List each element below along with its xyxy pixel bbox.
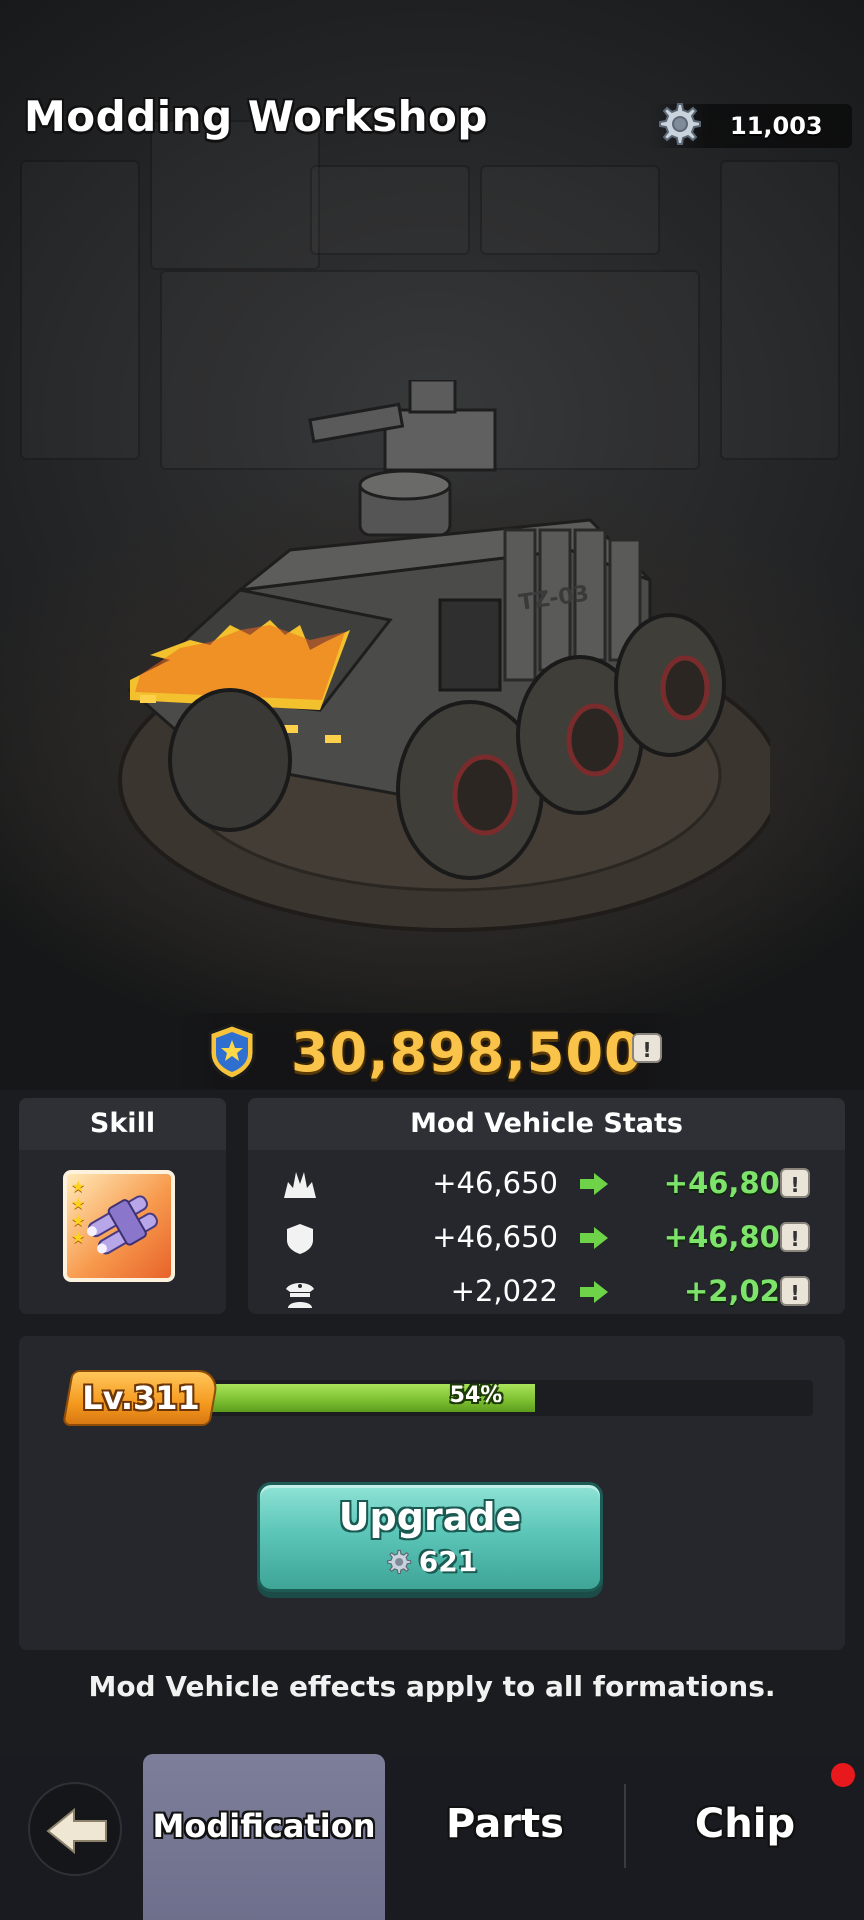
stat-current-value: +46,650	[432, 1220, 558, 1254]
stat-row-crew: +2,022 +2,024 !	[248, 1266, 845, 1320]
power-display: 30,898,500 !	[176, 1013, 688, 1089]
stat-next-value: +46,800	[663, 1166, 800, 1200]
gear-icon	[386, 1549, 412, 1575]
mod-vehicle-stats-panel: Mod Vehicle Stats +46,650 +46,800 ! +46,…	[248, 1098, 845, 1314]
currency-display: 11,003	[650, 103, 852, 148]
shield-star-icon	[208, 1023, 256, 1081]
page-title: Modding Workshop	[24, 92, 488, 141]
upgrade-panel: 54% Lv.311 Upgrade 621	[19, 1336, 845, 1650]
cannon-icon	[86, 1195, 158, 1255]
arrow-right-icon	[580, 1281, 608, 1303]
skill-panel-title: Skill	[19, 1098, 226, 1150]
upgrade-button-label: Upgrade	[338, 1495, 522, 1539]
stat-info-button[interactable]: !	[780, 1276, 810, 1306]
power-info-button[interactable]: !	[632, 1033, 662, 1063]
stat-next-value: +46,800	[663, 1220, 800, 1254]
wall-panel	[480, 165, 660, 255]
upgrade-cost: 621	[260, 1545, 600, 1578]
level-progress-bar: 54%	[209, 1380, 813, 1416]
armored-vehicle-image: TZ-03	[118, 380, 770, 932]
stats-panel-title: Mod Vehicle Stats	[248, 1098, 845, 1150]
wall-panel	[310, 165, 470, 255]
twin-cannon-skill-icon[interactable]: ★ ★ ★ ★	[63, 1170, 175, 1282]
tab-label: Modification	[152, 1807, 376, 1845]
arrow-right-icon	[580, 1227, 608, 1249]
stat-current-value: +2,022	[450, 1274, 558, 1308]
arrow-right-icon	[580, 1173, 608, 1195]
vehicle-showcase: TZ-03	[0, 0, 864, 1090]
defense-icon	[287, 1224, 313, 1254]
gear-icon	[659, 103, 701, 145]
level-badge: Lv.311	[62, 1370, 220, 1426]
stat-info-button[interactable]: !	[780, 1168, 810, 1198]
stat-info-button[interactable]: !	[780, 1222, 810, 1252]
tab-modification[interactable]: Modification	[143, 1754, 385, 1920]
currency-amount: 11,003	[730, 112, 823, 140]
level-label: Lv.311	[82, 1379, 200, 1417]
stat-row-attack: +46,650 +46,800 !	[248, 1158, 845, 1212]
stat-current-value: +46,650	[432, 1166, 558, 1200]
attack-icon	[284, 1172, 316, 1198]
tab-label: Chip	[694, 1801, 796, 1847]
notification-dot	[831, 1763, 855, 1787]
power-value: 30,898,500	[291, 1021, 643, 1084]
level-progress-label: 54%	[449, 1383, 503, 1408]
stat-row-defense: +46,650 +46,800 !	[248, 1212, 845, 1266]
tab-label: Parts	[446, 1801, 564, 1847]
tab-divider	[624, 1784, 626, 1868]
skill-panel: Skill ★ ★ ★ ★	[19, 1098, 226, 1314]
crew-icon	[286, 1283, 314, 1308]
tab-chip[interactable]: Chip	[640, 1754, 850, 1920]
formation-effects-note: Mod Vehicle effects apply to all formati…	[88, 1670, 776, 1703]
back-arrow-icon	[46, 1807, 107, 1855]
back-button[interactable]	[28, 1782, 122, 1876]
upgrade-button[interactable]: Upgrade 621	[257, 1482, 603, 1592]
tab-parts[interactable]: Parts	[400, 1754, 610, 1920]
stat-next-value: +2,024	[683, 1274, 800, 1308]
bottom-tab-bar: Modification Parts Chip	[0, 1754, 864, 1920]
wall-panel	[150, 120, 320, 270]
upgrade-cost-value: 621	[418, 1545, 478, 1578]
